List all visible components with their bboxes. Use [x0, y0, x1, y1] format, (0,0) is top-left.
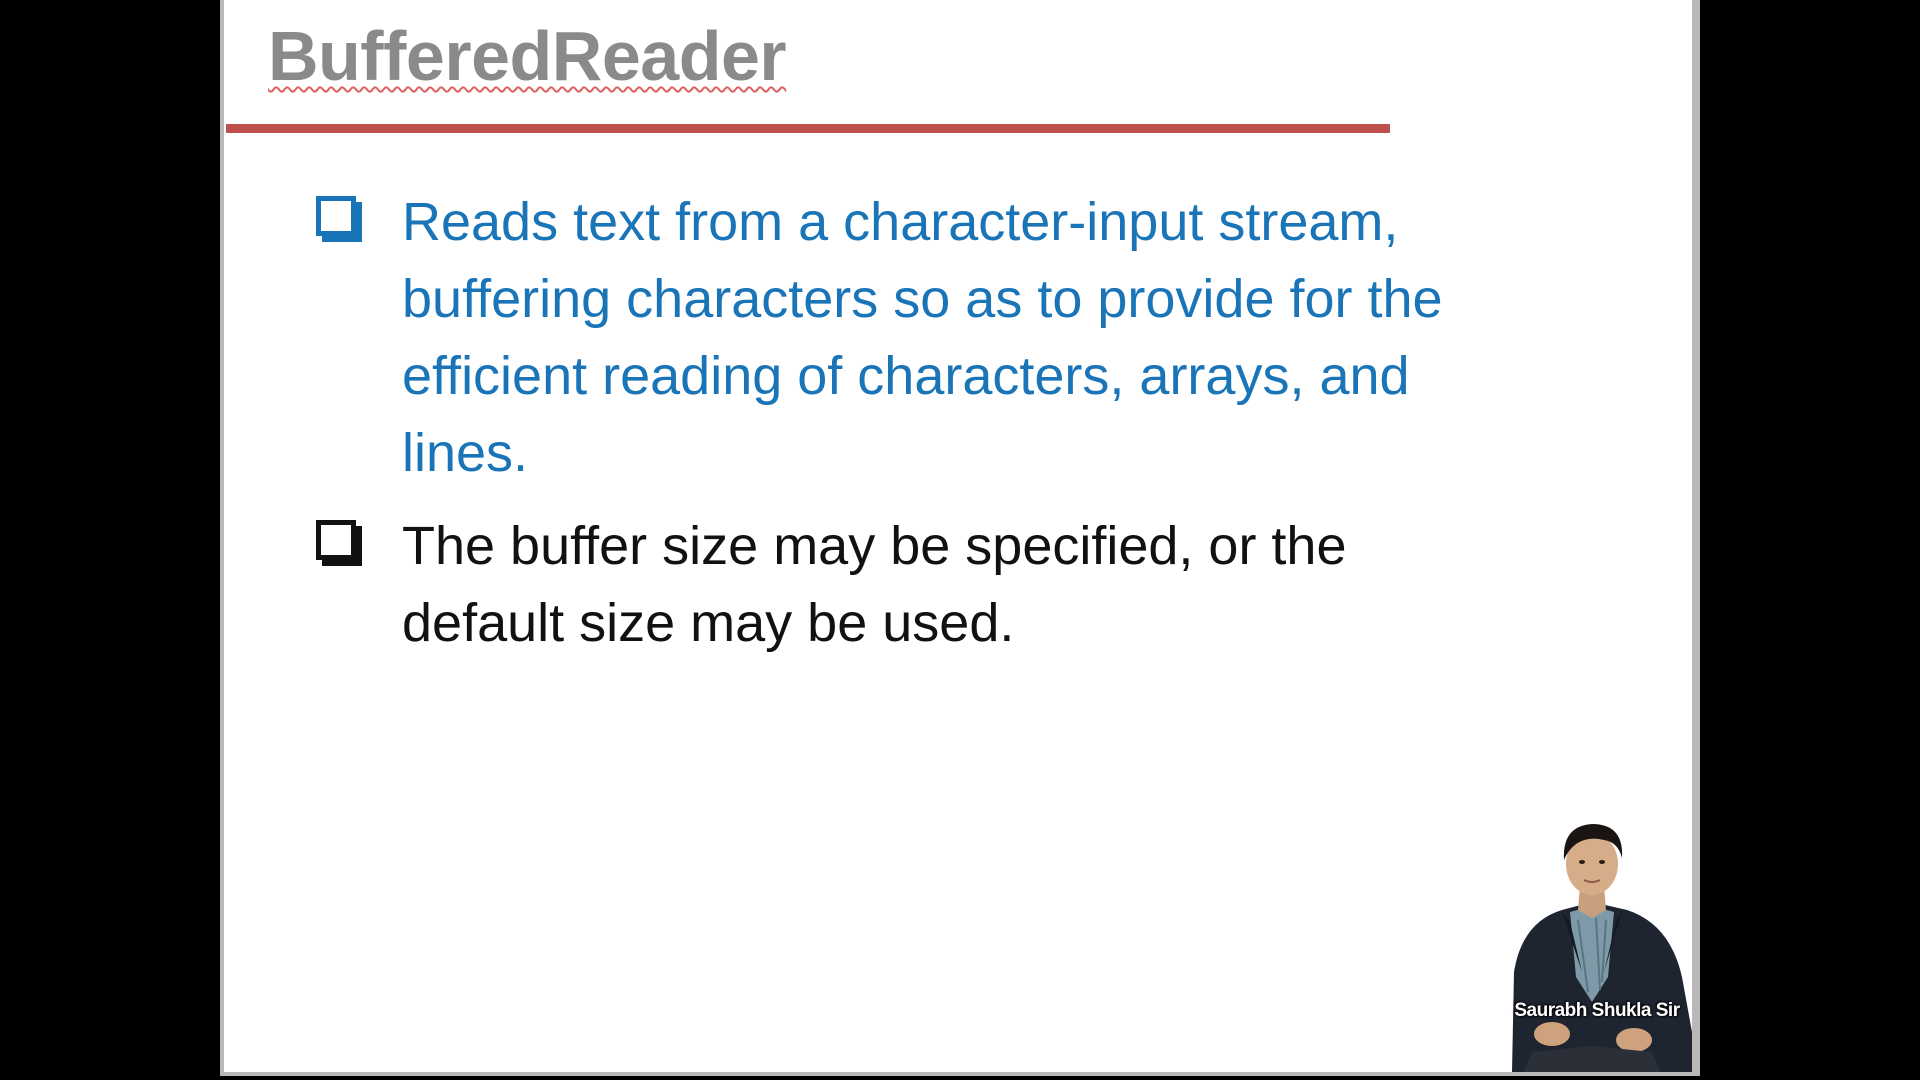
bullet-item-1: Reads text from a character-input stream…: [316, 184, 1616, 492]
title-underline-rule: [226, 124, 1390, 133]
bullet-1-line-1: Reads text from a character-input stream…: [402, 192, 1399, 252]
checkbox-bullet-icon: [316, 196, 356, 236]
bullet-2-line-2: default size may be used.: [402, 593, 1015, 653]
checkbox-bullet-icon: [316, 520, 356, 560]
bullet-1-line-4: lines.: [402, 423, 529, 483]
bullet-2-line-1: The buffer size may be specified, or the: [402, 516, 1347, 576]
bullet-item-2: The buffer size may be specified, or the…: [316, 508, 1616, 662]
presenter-photo: Saurabh Shukla Sir: [1492, 802, 1692, 1072]
bullet-list: Reads text from a character-input stream…: [316, 184, 1616, 678]
presentation-slide: BufferedReader Reads text from a charact…: [220, 0, 1700, 1076]
presenter-name-label: Saurabh Shukla Sir: [1514, 1000, 1680, 1021]
bullet-1-line-2: buffering characters so as to provide fo…: [402, 269, 1443, 329]
slide-title: BufferedReader: [268, 17, 787, 95]
presenter-figure-icon: [1512, 824, 1692, 1072]
video-frame: BufferedReader Reads text from a charact…: [0, 0, 1920, 1080]
bullet-1-line-3: efficient reading of characters, arrays,…: [402, 346, 1410, 406]
